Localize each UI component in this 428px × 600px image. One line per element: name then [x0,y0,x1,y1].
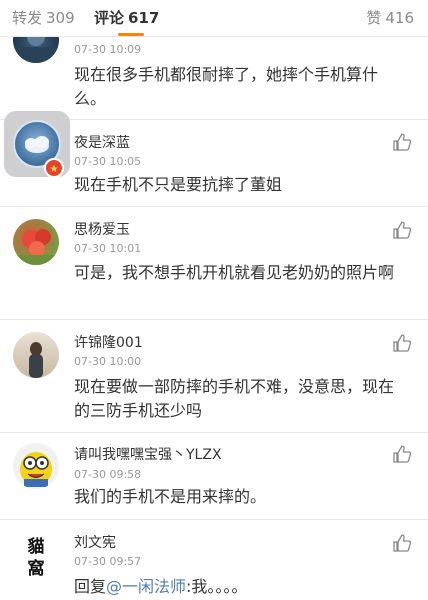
tab-reposts-count: 309 [46,9,75,27]
comment-time: 07-30 10:05 [74,155,142,168]
mention-link[interactable]: @一闲法师 [106,577,186,596]
comment-text: 回复@一闲法师:我。。。。 [74,575,404,599]
tab-reposts-label: 转发 [12,9,43,27]
comment-username[interactable]: 刘文宪 [74,532,116,552]
comment-item[interactable]: 貓 窩 刘文宪 07-30 09:57 回复@一闲法师:我。。。。 [0,520,428,600]
avatar-image [13,229,59,265]
comment-username[interactable]: 夜是深蓝 [74,132,130,152]
tab-comments-count: 617 [128,9,160,27]
comment-username[interactable]: 许锦隆001 [74,332,143,352]
avatar-image [20,452,52,487]
tab-likes-count: 416 [385,9,414,27]
tab-reposts[interactable]: 转发 309 [12,7,75,28]
avatar[interactable]: 貓 窩 [13,530,59,576]
like-icon[interactable] [392,220,412,240]
comment-text: 我们的手机不是用来摔的。 [74,487,267,506]
tab-comments[interactable]: 评论 617 [94,7,159,28]
avatar-logo-char-1: 貓 [28,536,45,557]
tab-likes-label: 赞 [366,9,382,27]
comment-item[interactable]: 请叫我嘿嘿宝强丶YLZX 07-30 09:58 我们的手机不是用来摔的。 [0,433,428,520]
comment-time: 07-30 10:01 [74,242,142,255]
comment-username[interactable]: 请叫我嘿嘿宝强丶YLZX [74,444,222,464]
active-tab-indicator [118,33,144,36]
like-icon[interactable] [392,132,412,152]
comment-item[interactable]: ★ 夜是深蓝 07-30 10:05 现在手机不只是要抗摔了董姐 [0,111,428,207]
comment-item[interactable]: 07-30 10:09 现在很多手机都很耐摔了，她摔个手机算什么。 [0,17,428,120]
tab-bar: 转发 309 评论 617 赞 416 [0,0,428,37]
comment-text: 现在要做一部防摔的手机不难，没意思，现在的三防手机还少吗 [74,377,395,420]
comment-item[interactable]: 思杨爱玉 07-30 10:01 可是，我不想手机开机就看见老奶奶的照片啊 [0,207,428,320]
comments-screen: 转发 309 评论 617 赞 416 07-30 10:09 现在很多手机都很耐摔了… [0,0,428,600]
avatar[interactable] [13,219,59,265]
reply-body: :我。。。。 [186,577,248,596]
comment-username[interactable]: 思杨爱玉 [74,219,130,239]
like-icon[interactable] [392,533,412,553]
reply-prefix: 回复 [74,577,107,596]
comment-time: 07-30 09:58 [74,468,142,481]
tab-comments-label: 评论 [94,9,125,27]
comment-text: 现在很多手机都很耐摔了，她摔个手机算什么。 [74,65,379,108]
comment-text: 现在手机不只是要抗摔了董姐 [74,175,283,194]
comment-text: 可是，我不想手机开机就看见老奶奶的照片啊 [74,263,395,282]
comment-item[interactable]: 许锦隆001 07-30 10:00 现在要做一部防摔的手机不难，没意思，现在的… [0,320,428,433]
comment-time: 07-30 10:00 [74,355,142,368]
verified-badge-icon: ★ [44,158,64,178]
comment-time: 07-30 10:09 [74,43,142,56]
avatar-image [29,342,43,378]
like-icon[interactable] [392,333,412,353]
svg-text:★: ★ [50,164,59,175]
tab-likes[interactable]: 赞 416 [366,7,414,28]
avatar[interactable] [13,443,59,489]
avatar-logo-image: 貓 窩 [28,536,45,576]
comment-time: 07-30 09:57 [74,555,142,568]
avatar-logo-char-2: 窩 [28,558,45,576]
avatar[interactable] [13,332,59,378]
like-icon[interactable] [392,444,412,464]
